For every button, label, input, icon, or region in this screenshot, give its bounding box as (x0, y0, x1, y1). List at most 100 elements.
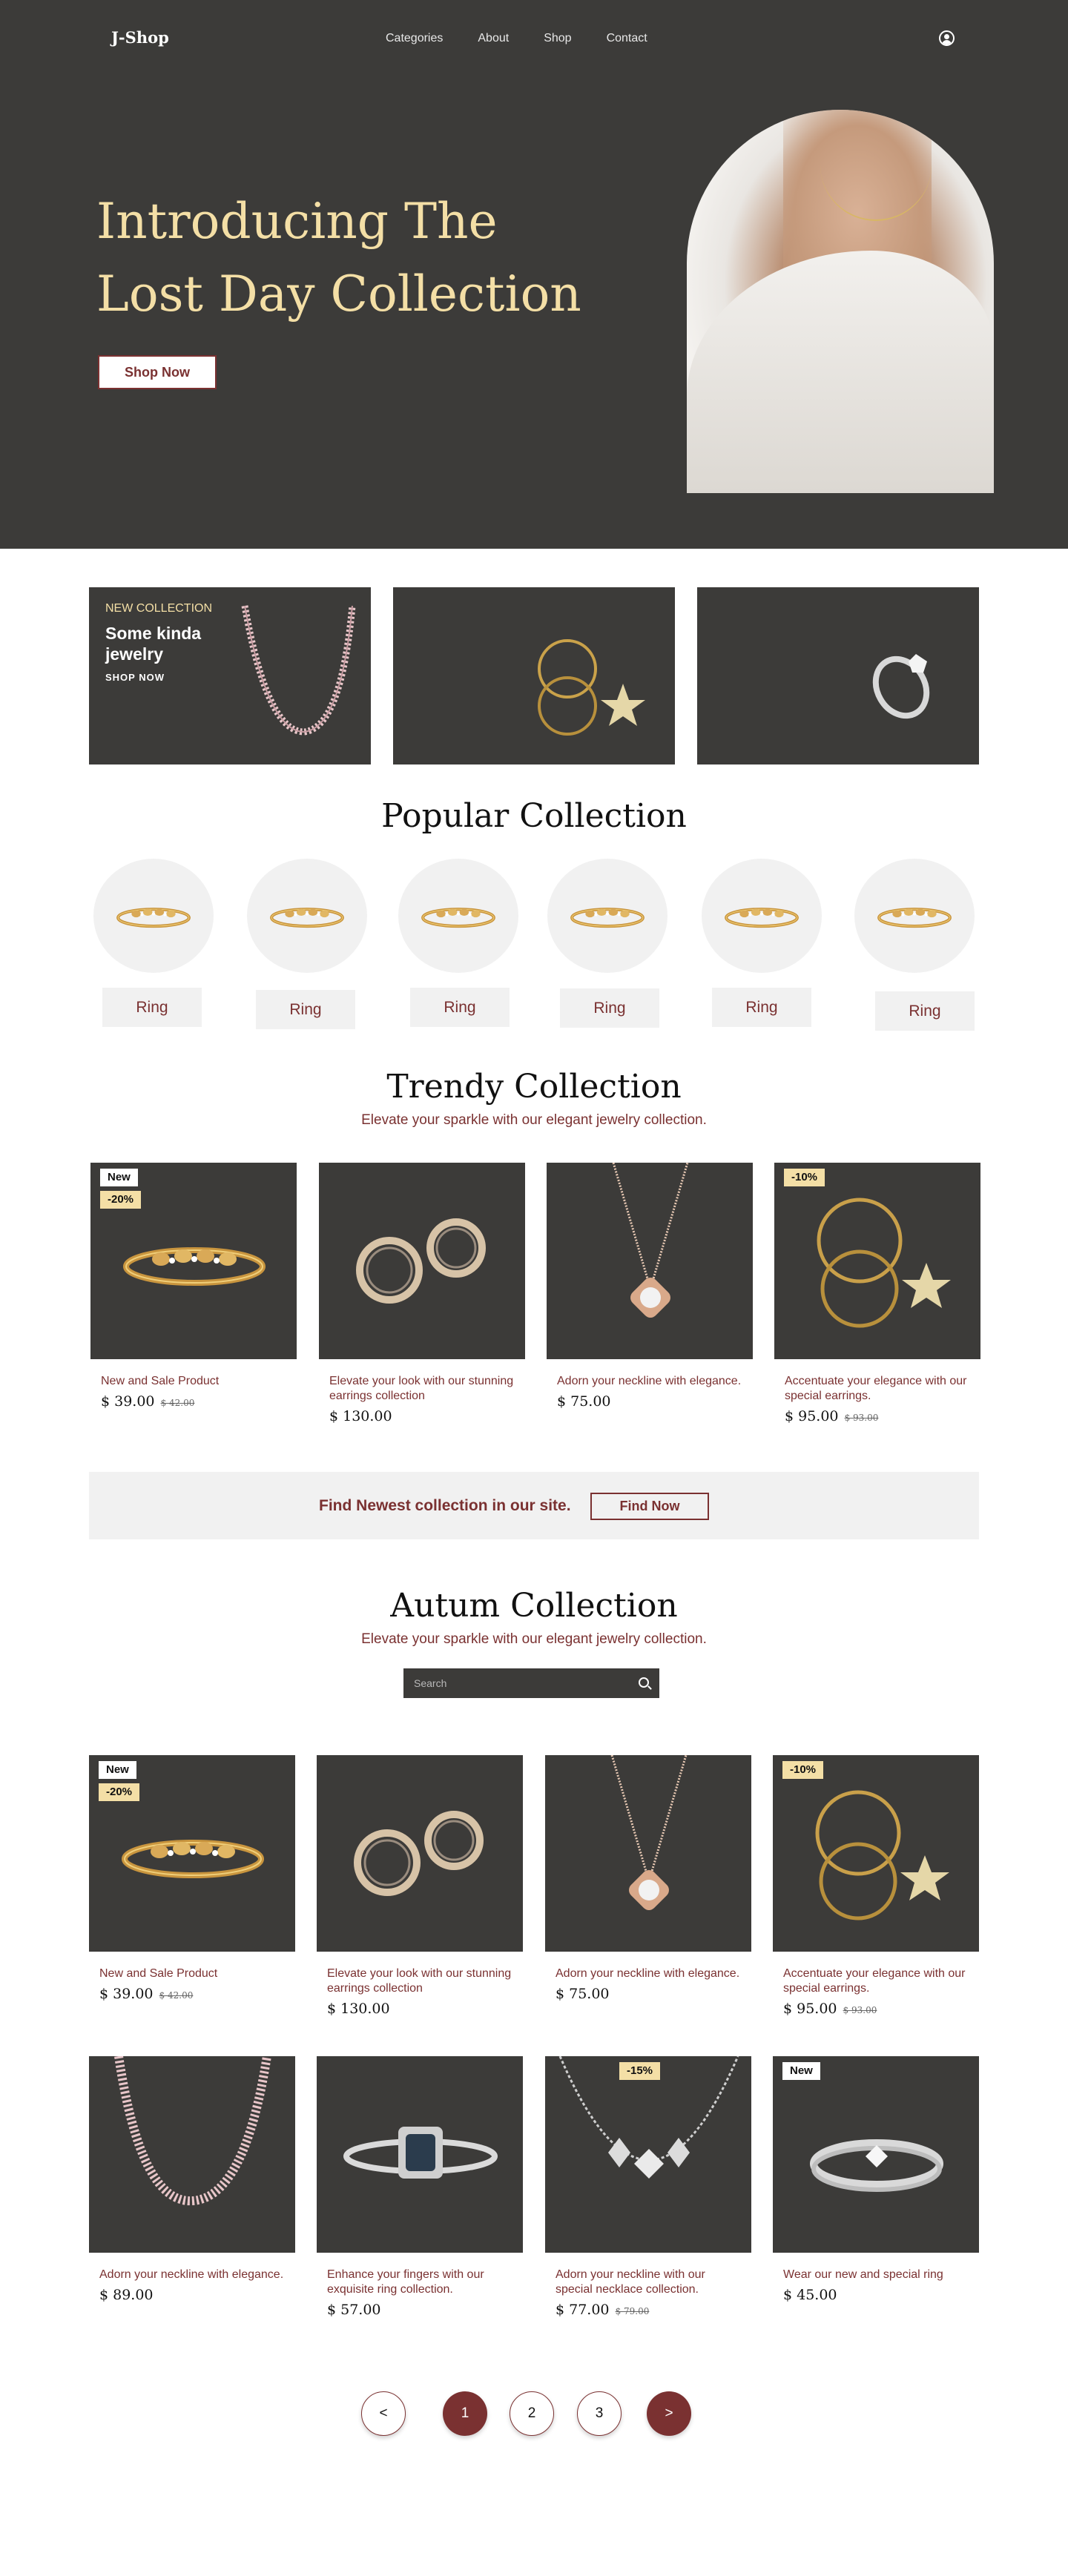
product-price: $ 75.00 (545, 1986, 751, 2002)
product-price: $ 130.00 (319, 1408, 525, 1424)
search-input[interactable] (414, 1676, 622, 1691)
product-image[interactable]: New -20% (90, 1163, 297, 1359)
banner-text: Find Newest collection in our site. (319, 1497, 571, 1514)
trendy-subtitle: Elevate your sparkle with our elegant je… (361, 1112, 707, 1128)
product-description: Wear our new and special ring (783, 2268, 943, 2281)
popular-item-label[interactable]: Ring (256, 990, 355, 1029)
popular-item-circle[interactable] (854, 859, 975, 973)
product-image[interactable]: -10% (773, 1755, 979, 1952)
popular-item-label[interactable]: Ring (560, 988, 659, 1028)
product-description: Accentuate your elegance with our specia… (785, 1375, 967, 1402)
product-image[interactable]: New (773, 2056, 979, 2253)
gold-hoop-earrings-image (815, 1790, 949, 1921)
product-card[interactable]: Elevate your look with our stunning earr… (319, 1163, 525, 1424)
product-price: $ 95.00 $ 93.00 (774, 1408, 980, 1424)
popular-item-label[interactable]: Ring (102, 988, 202, 1027)
product-image[interactable]: -10% (774, 1163, 980, 1359)
gold-ring-image (270, 908, 344, 928)
popular-item-circle[interactable] (702, 859, 822, 973)
old-price: $ 93.00 (844, 1413, 879, 1423)
page-3-button[interactable]: 3 (577, 2391, 622, 2436)
feature-card-earrings[interactable] (393, 587, 675, 764)
product-card[interactable]: Adorn your neckline with elegance. $ 89.0… (89, 2056, 295, 2303)
popular-item-label[interactable]: Ring (875, 991, 975, 1031)
search-icon[interactable] (639, 1677, 649, 1688)
popular-item-circle[interactable] (398, 859, 518, 973)
product-card[interactable]: New Wear our new and special ring $ 45.00 (773, 2056, 979, 2303)
popular-item-label[interactable]: Ring (410, 988, 510, 1027)
current-price: $ 89.00 (99, 2287, 154, 2303)
product-card[interactable]: -10% Accentuate your elegance with our sp… (774, 1163, 980, 1424)
discount-badge: -20% (100, 1191, 142, 1209)
product-description: New and Sale Product (101, 1375, 220, 1387)
product-image[interactable] (545, 1755, 751, 1952)
autumn-title: Autum Collection (390, 1587, 678, 1625)
popular-item-circle[interactable] (247, 859, 367, 973)
product-price: $ 130.00 (317, 2001, 523, 2017)
find-now-button[interactable]: Find Now (590, 1493, 709, 1520)
product-description: Adorn your neckline with elegance. (556, 1967, 740, 1980)
page-2-button[interactable]: 2 (510, 2391, 554, 2436)
product-card[interactable]: -15% Adorn your neckline with our special… (545, 2056, 751, 2318)
product-price: $ 95.00 $ 93.00 (773, 2001, 979, 2017)
nav-link-shop[interactable]: Shop (544, 32, 571, 45)
old-price: $ 79.00 (615, 2306, 650, 2316)
old-price: $ 93.00 (843, 2005, 877, 2015)
product-price: $ 39.00 $ 42.00 (90, 1393, 297, 1410)
gold-ring-image (421, 908, 495, 928)
product-card[interactable]: Elevate your look with our stunning earr… (317, 1755, 523, 2017)
promo-banner: Find Newest collection in our site. Find… (89, 1472, 979, 1539)
product-card[interactable]: Adorn your neckline with elegance. $ 75.0… (547, 1163, 753, 1410)
current-price: $ 95.00 (783, 2001, 837, 2017)
product-image[interactable] (317, 2056, 523, 2253)
product-price: $ 89.00 (89, 2287, 295, 2303)
current-price: $ 130.00 (327, 2001, 390, 2017)
pearl-necklace-image (241, 605, 356, 736)
product-card[interactable]: Adorn your neckline with elegance. $ 75.0… (545, 1755, 751, 2002)
page-1-button[interactable]: 1 (443, 2391, 487, 2436)
discount-badge: -20% (99, 1783, 140, 1801)
popular-item-circle[interactable] (547, 859, 668, 973)
current-price: $ 39.00 (101, 1393, 155, 1410)
discount-badge: -10% (782, 1761, 824, 1779)
next-page-button[interactable]: > (647, 2391, 691, 2436)
feature-shop-link[interactable]: SHOP NOW (105, 672, 165, 683)
nav-link-categories[interactable]: Categories (386, 32, 443, 45)
popular-item-circle[interactable] (93, 859, 214, 973)
gold-hoop-earrings-image (817, 1198, 951, 1328)
feature-card-ring[interactable] (697, 587, 979, 764)
nav-link-about[interactable]: About (478, 32, 509, 45)
product-image[interactable] (89, 2056, 295, 2253)
gold-ring-image (123, 1247, 266, 1286)
product-card[interactable]: Enhance your fingers with our exquisite … (317, 2056, 523, 2318)
diamond-ring-image (872, 654, 930, 719)
discount-badge: -15% (619, 2062, 661, 2080)
logo[interactable]: J-Shop (111, 28, 169, 47)
new-badge: New (100, 1169, 138, 1186)
product-card[interactable]: New -20% New and Sale Product $ 39.00 $ 42.… (89, 1755, 295, 2002)
user-icon[interactable] (939, 30, 955, 46)
popular-item-label[interactable]: Ring (712, 988, 811, 1027)
discount-badge: -10% (784, 1169, 825, 1186)
product-image[interactable] (317, 1755, 523, 1952)
product-image[interactable]: -15% (545, 2056, 751, 2253)
product-card[interactable]: -10% Accentuate your elegance with our sp… (773, 1755, 979, 2017)
product-card[interactable]: New -20% New and Sale Product $ 39.00 $ 42.… (90, 1163, 297, 1410)
product-description: New and Sale Product (99, 1967, 218, 1980)
product-description: Elevate your look with our stunning earr… (327, 1967, 512, 1995)
hero-section: J-Shop Categories About Shop Contact Int… (0, 0, 1068, 549)
silver-diamond-ring-image (810, 2139, 943, 2192)
product-image[interactable] (319, 1163, 525, 1359)
prev-page-button[interactable]: < (361, 2391, 406, 2436)
feature-card-necklace[interactable]: NEW COLLECTION Some kinda jewelry SHOP N… (89, 587, 371, 764)
pendant-necklace-image (610, 1755, 688, 1910)
nav-link-contact[interactable]: Contact (607, 32, 647, 45)
gold-ring-image (570, 908, 645, 928)
product-image[interactable] (547, 1163, 753, 1359)
feature-tag: NEW COLLECTION (105, 602, 213, 615)
gold-ring-image (725, 908, 799, 928)
shop-now-button[interactable]: Shop Now (98, 355, 217, 389)
hero-title: Introducing The Lost Day Collection (96, 185, 581, 331)
product-image[interactable]: New -20% (89, 1755, 295, 1952)
current-price: $ 39.00 (99, 1986, 154, 2002)
